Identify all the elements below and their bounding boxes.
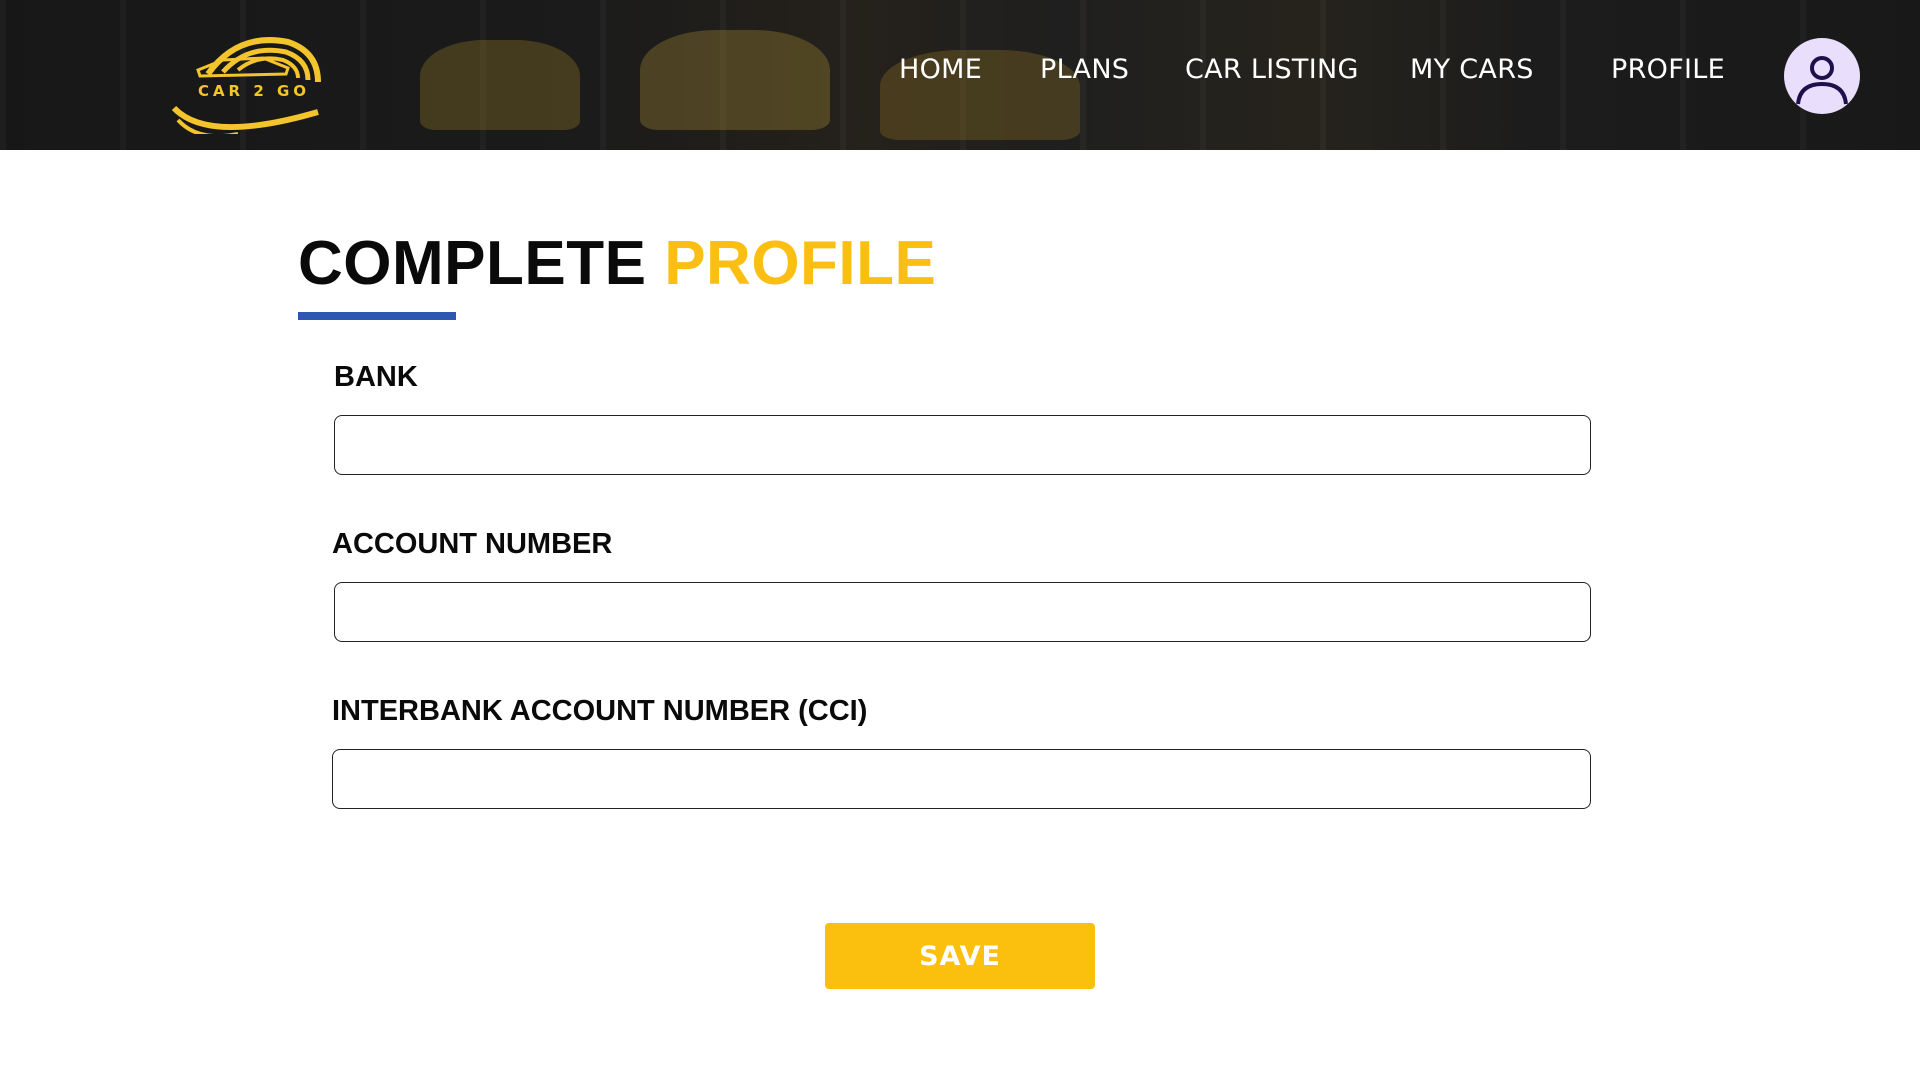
cci-label: INTERBANK ACCOUNT NUMBER (CCI): [332, 695, 868, 727]
bank-input[interactable]: [334, 415, 1591, 475]
user-avatar-button[interactable]: [1784, 38, 1860, 114]
page-title-main: COMPLETE: [298, 229, 665, 298]
nav-my-cars[interactable]: MY CARS: [1410, 54, 1534, 85]
nav-home[interactable]: HOME: [899, 54, 982, 85]
account-number-input[interactable]: [334, 582, 1591, 642]
save-button[interactable]: SAVE: [825, 923, 1095, 989]
nav-profile[interactable]: PROFILE: [1611, 54, 1725, 85]
page-title: COMPLETE PROFILE: [298, 228, 936, 299]
user-icon: [1796, 56, 1848, 105]
nav-plans[interactable]: PLANS: [1040, 54, 1129, 85]
page-title-accent: PROFILE: [664, 229, 937, 298]
bank-label: BANK: [334, 361, 418, 393]
main-nav: HOME PLANS CAR LISTING MY CARS PROFILE: [0, 54, 1920, 94]
title-underline: [298, 312, 456, 320]
cci-input[interactable]: [332, 749, 1591, 809]
account-number-label: ACCOUNT NUMBER: [332, 528, 613, 560]
top-header: CAR 2 GO HOME PLANS CAR LISTING MY CARS …: [0, 0, 1920, 150]
page: CAR 2 GO HOME PLANS CAR LISTING MY CARS …: [0, 0, 1920, 1080]
nav-car-listing[interactable]: CAR LISTING: [1185, 54, 1359, 85]
